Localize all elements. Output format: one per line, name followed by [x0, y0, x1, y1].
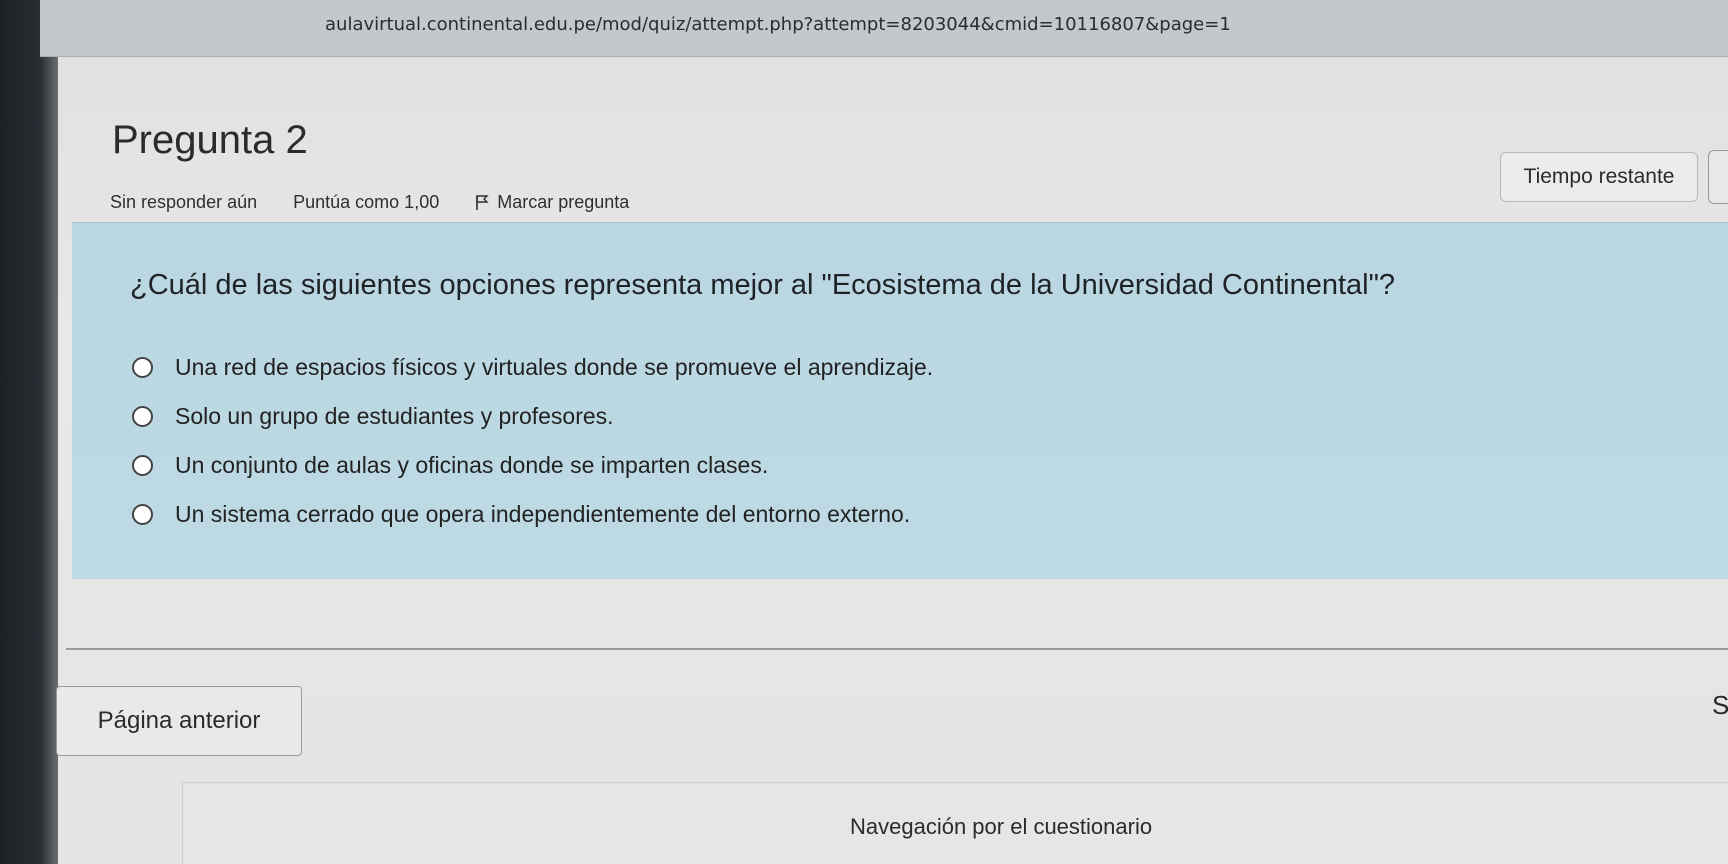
question-points: Puntúa como 1,00 — [293, 192, 440, 212]
answer-option[interactable]: Solo un grupo de estudiantes y profesore… — [132, 392, 933, 441]
quiz-navigation-title: Navegación por el cuestionario — [850, 814, 1153, 839]
answer-option[interactable]: Una red de espacios físicos y virtuales … — [132, 343, 933, 392]
answer-options: Una red de espacios físicos y virtuales … — [132, 343, 933, 539]
flag-question-link[interactable]: Marcar pregunta — [475, 192, 629, 213]
flag-icon — [476, 194, 489, 210]
divider — [66, 648, 1728, 650]
answer-option-label[interactable]: Una red de espacios físicos y virtuales … — [175, 354, 933, 381]
previous-page-button[interactable]: Página anterior — [56, 686, 302, 756]
answer-option[interactable]: Un sistema cerrado que opera independien… — [132, 490, 933, 539]
question-content: ¿Cuál de las siguientes opciones represe… — [72, 222, 1728, 579]
time-remaining-box: Tiempo restante — [1500, 152, 1698, 202]
url-text[interactable]: aulavirtual.continental.edu.pe/mod/quiz/… — [325, 14, 1231, 35]
radio-button[interactable] — [132, 406, 153, 427]
flag-question-label[interactable]: Marcar pregunta — [497, 192, 629, 213]
time-remaining-label: Tiempo restante — [1523, 165, 1675, 188]
answer-option-label[interactable]: Un conjunto de aulas y oficinas donde se… — [175, 452, 768, 479]
timer-value-box — [1708, 150, 1728, 204]
answer-option-label[interactable]: Solo un grupo de estudiantes y profesore… — [175, 403, 614, 430]
answer-option-label[interactable]: Un sistema cerrado que opera independien… — [175, 501, 910, 528]
answer-option[interactable]: Un conjunto de aulas y oficinas donde se… — [132, 441, 933, 490]
radio-button[interactable] — [132, 455, 153, 476]
question-text: ¿Cuál de las siguientes opciones represe… — [130, 269, 1396, 301]
window-edge — [0, 0, 58, 864]
question-info: Sin responder aún Puntúa como 1,00 Marca… — [110, 192, 629, 213]
question-title: Pregunta 2 — [112, 118, 308, 162]
question-status: Sin responder aún — [110, 192, 258, 212]
radio-button[interactable] — [132, 504, 153, 525]
next-page-button[interactable]: Si — [1712, 690, 1728, 721]
radio-button[interactable] — [132, 357, 153, 378]
browser-address-bar[interactable]: aulavirtual.continental.edu.pe/mod/quiz/… — [40, 0, 1728, 57]
